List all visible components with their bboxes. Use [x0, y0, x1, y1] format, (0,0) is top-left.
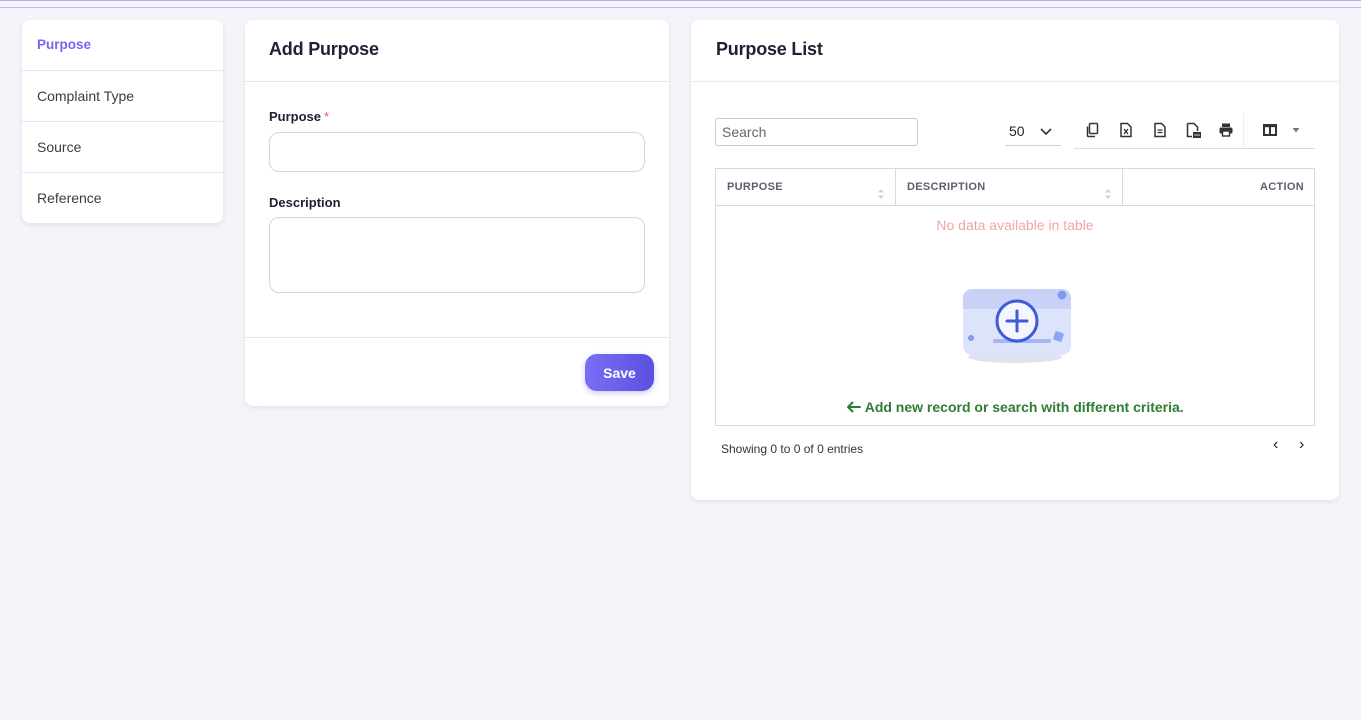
page-length-value: 50	[1009, 123, 1025, 139]
search-input[interactable]	[715, 118, 918, 146]
add-purpose-footer: Save	[245, 337, 669, 406]
table-header: PURPOSE DESCRIPTION ACTION	[716, 169, 1314, 206]
page-length-select[interactable]: 50	[1005, 118, 1061, 146]
column-header-action: ACTION	[1260, 181, 1304, 193]
next-page-button[interactable]: ›	[1299, 436, 1304, 454]
column-visibility-icon	[1261, 121, 1279, 139]
settings-sidebar: Purpose Complaint Type Source Reference	[22, 20, 223, 223]
csv-icon[interactable]	[1151, 121, 1169, 139]
purpose-input[interactable]	[269, 132, 645, 172]
pdf-icon[interactable]	[1184, 121, 1202, 139]
caret-down-icon	[1287, 121, 1305, 139]
empty-state-hint: Add new record or search with different …	[716, 399, 1314, 415]
save-button[interactable]: Save	[585, 354, 654, 391]
top-border	[0, 1, 1361, 8]
sidebar-item-reference[interactable]: Reference	[22, 173, 223, 223]
required-mark: *	[324, 109, 330, 124]
purpose-list-card: Purpose List 50	[691, 20, 1339, 500]
purpose-list-header: Purpose List	[691, 20, 1339, 82]
purpose-field-label: Purpose *	[269, 109, 329, 124]
purpose-list-title: Purpose List	[716, 39, 823, 59]
previous-page-button[interactable]: ‹	[1273, 436, 1278, 454]
description-textarea[interactable]	[269, 217, 645, 293]
column-visibility-button[interactable]	[1243, 113, 1315, 149]
empty-state-illustration	[959, 285, 1071, 367]
sort-icon	[1104, 180, 1112, 199]
add-purpose-card: Add Purpose Purpose * Description Save	[245, 20, 669, 406]
copy-icon[interactable]	[1084, 121, 1102, 139]
export-toolbar	[1074, 113, 1315, 149]
table-info: Showing 0 to 0 of 0 entries	[721, 442, 864, 456]
purpose-label-text: Purpose	[269, 109, 322, 124]
column-header-purpose-label: PURPOSE	[727, 181, 783, 193]
sidebar-item-purpose[interactable]: Purpose	[22, 20, 223, 71]
print-icon[interactable]	[1217, 121, 1235, 139]
excel-icon[interactable]	[1117, 121, 1135, 139]
chevron-down-icon	[1039, 120, 1053, 145]
column-header-description[interactable]: DESCRIPTION	[896, 169, 1123, 206]
sidebar-item-source[interactable]: Source	[22, 122, 223, 173]
sort-icon	[877, 180, 885, 199]
column-header-description-label: DESCRIPTION	[907, 181, 986, 193]
add-purpose-title: Add Purpose	[269, 39, 379, 59]
description-field-label: Description	[269, 195, 341, 210]
sidebar-item-complaint-type[interactable]: Complaint Type	[22, 71, 223, 122]
column-header-purpose[interactable]: PURPOSE	[716, 169, 896, 206]
arrow-left-icon	[846, 399, 864, 415]
empty-state-hint-text: Add new record or search with different …	[864, 399, 1184, 415]
empty-table-message: No data available in table	[936, 217, 1094, 233]
add-purpose-header: Add Purpose	[245, 20, 669, 82]
purpose-table: PURPOSE DESCRIPTION ACTION No data avail…	[715, 168, 1315, 426]
